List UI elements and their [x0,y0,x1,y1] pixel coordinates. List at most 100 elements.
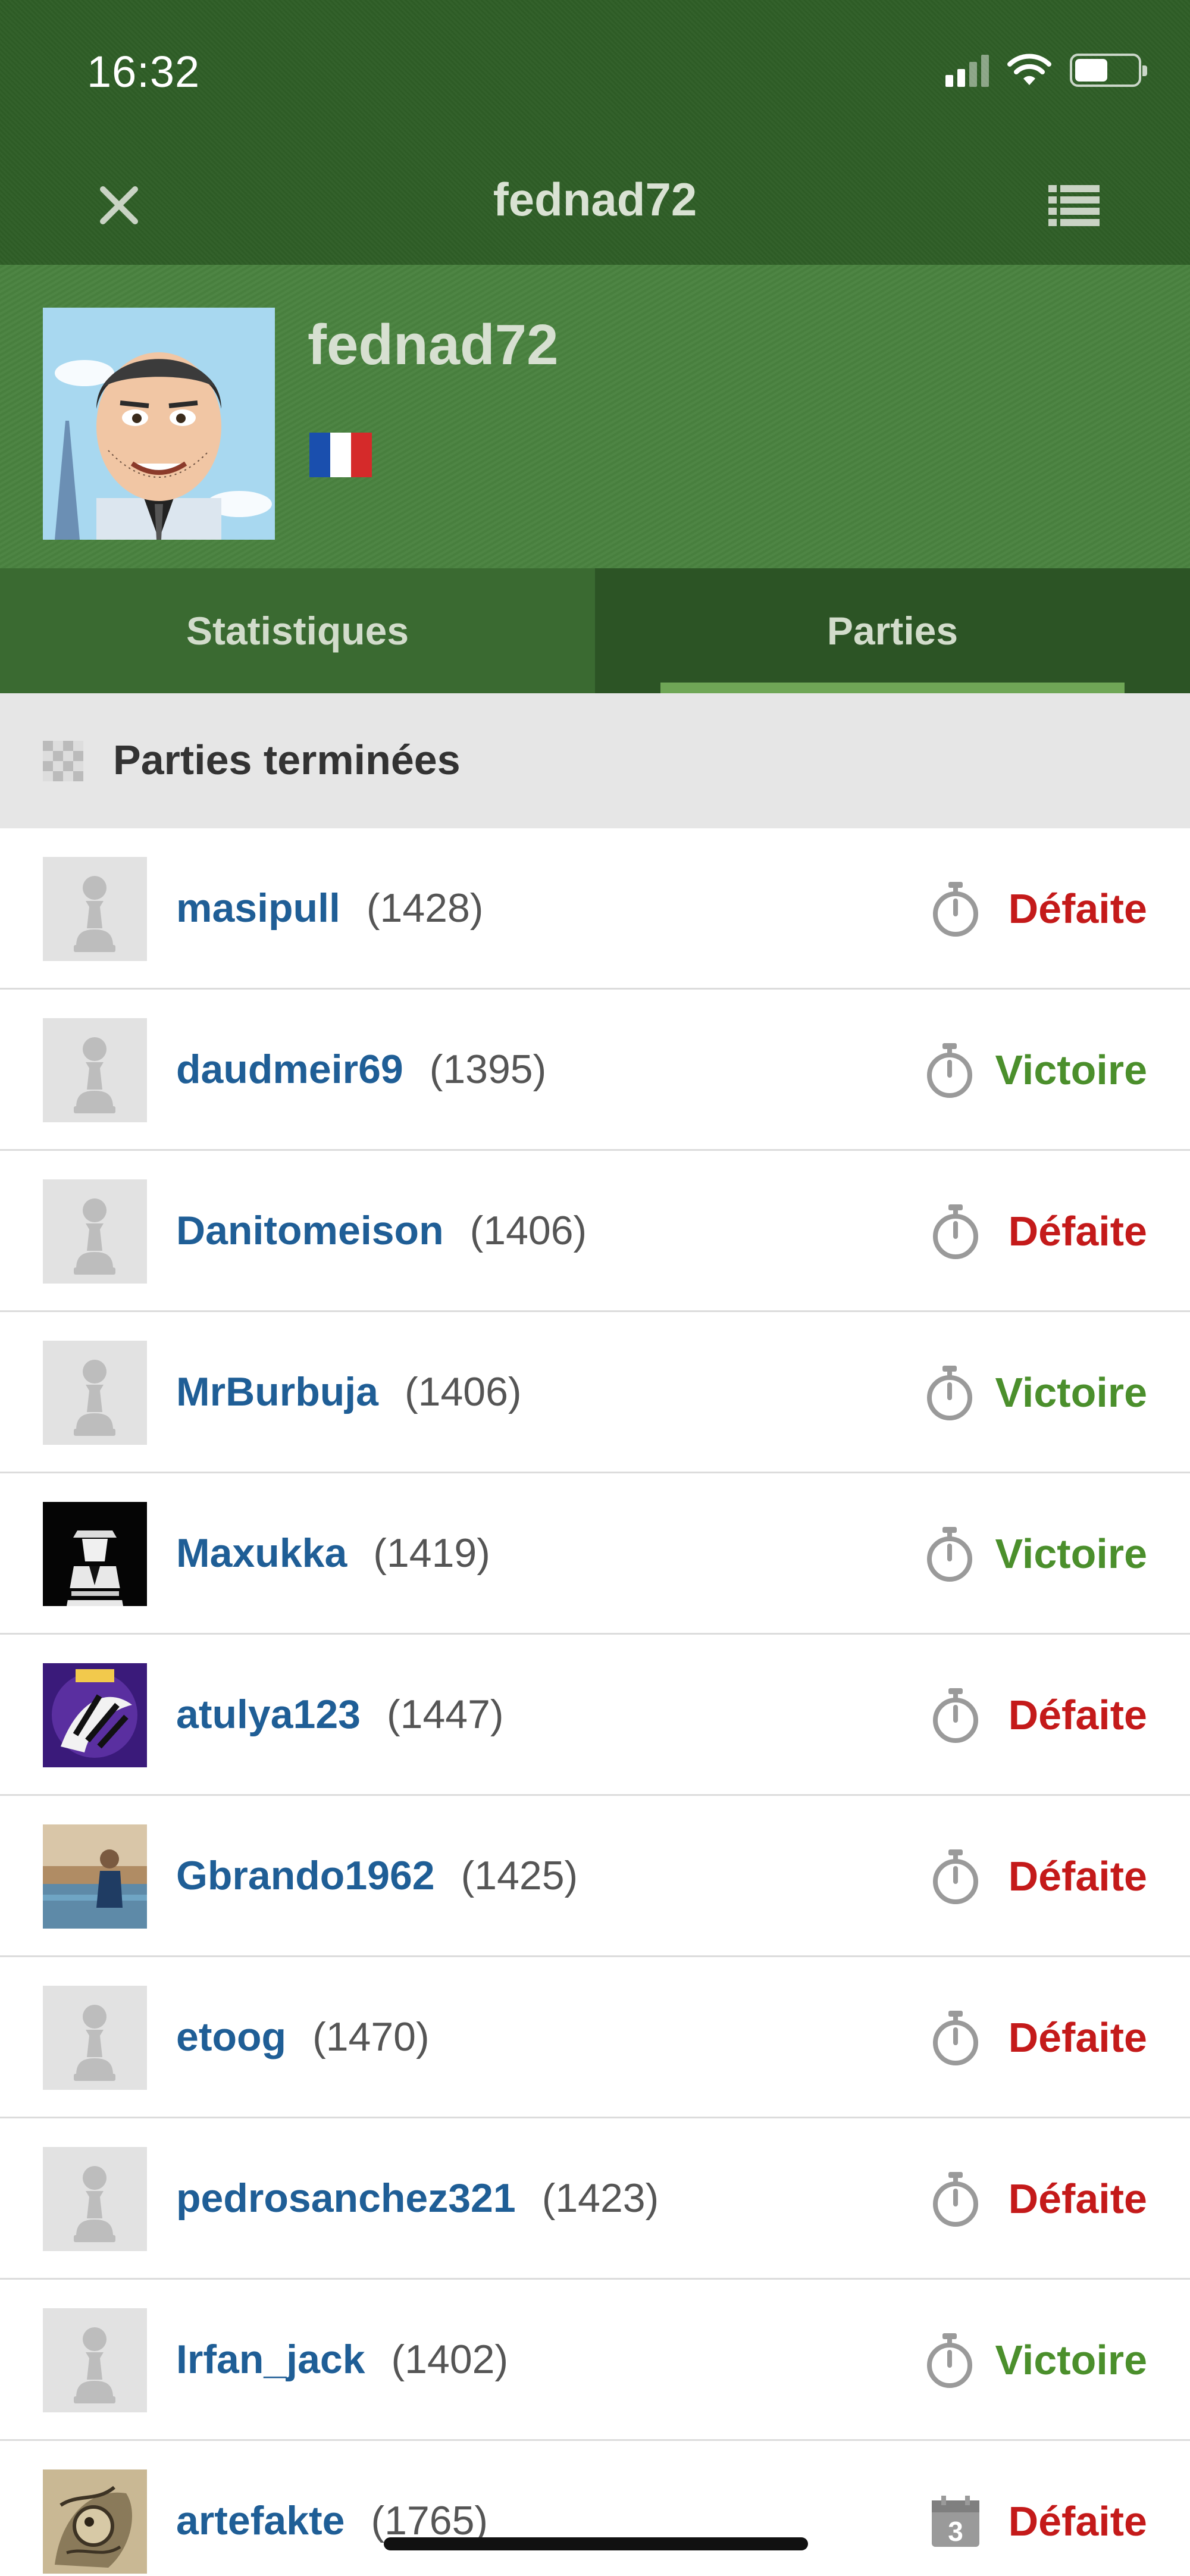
tab-active-indicator [660,683,1125,693]
stopwatch-icon [933,882,978,937]
opponent-rating: (1402) [391,2337,509,2382]
game-row[interactable]: Danitomeison (1406) Défaite [0,1151,1190,1312]
game-row[interactable]: Irfan_jack (1402) Victoire [0,2280,1190,2441]
game-mode-icon [927,881,984,938]
game-result: Défaite [1008,2014,1147,2061]
game-result: Victoire [995,2337,1148,2383]
stopwatch-icon [933,2172,978,2227]
opponent-avatar [43,2469,147,2574]
opponent-username: Gbrando1962 [176,1853,435,1898]
calendar-icon: 3 [932,2496,979,2547]
opponent-username: pedrosanchez321 [176,2176,516,2221]
game-row[interactable]: pedrosanchez321 (1423) Défaite [0,2118,1190,2280]
game-result: Victoire [995,1369,1148,1416]
game-row[interactable]: MrBurbuja (1406) Victoire [0,1312,1190,1473]
opponent-username: Irfan_jack [176,2337,365,2382]
status-time: 16:32 [87,47,201,96]
game-mode-icon: 3 [927,2493,984,2550]
opponent-avatar [43,2147,147,2251]
game-row[interactable]: etoog (1470) Défaite [0,1957,1190,2118]
opponent-name[interactable]: atulya123 (1447) [176,1691,504,1738]
opponent-rating: (1395) [429,1047,547,1092]
game-row[interactable]: atulya123 (1447) Défaite [0,1635,1190,1796]
opponent-name[interactable]: daudmeir69 (1395) [176,1046,546,1093]
opponent-rating: (1470) [312,2014,430,2059]
tab-statistiques[interactable]: Statistiques [0,568,595,693]
game-row[interactable]: Gbrando1962 (1425) Défaite [0,1796,1190,1957]
profile-card: fednad72 [0,265,1190,568]
opponent-rating: (1419) [373,1530,490,1576]
section-title: Parties terminées [113,737,461,783]
battery-icon [1070,54,1147,87]
france-flag-icon [309,433,372,477]
opponent-username: Maxukka [176,1530,347,1576]
game-mode-icon [927,1203,984,1260]
game-list: masipull (1428) Défaite daudmeir69 (1395) Vic… [0,828,1190,2576]
game-mode-icon [921,1042,978,1099]
stopwatch-icon [927,2333,972,2388]
game-mode-icon [927,2171,984,2228]
list-menu-button[interactable] [1044,176,1104,235]
game-result: Défaite [1008,1853,1147,1899]
opponent-name[interactable]: Gbrando1962 (1425) [176,1852,578,1899]
opponent-rating: (1765) [371,2498,488,2543]
opponent-avatar [43,1179,147,1284]
opponent-username: MrBurbuja [176,1369,378,1414]
nav-title: fednad72 [493,173,697,226]
game-result: Défaite [1008,1208,1147,1254]
signal-icon [945,54,989,87]
opponent-rating: (1423) [541,2176,659,2221]
opponent-avatar [43,857,147,961]
profile-avatar [43,308,275,540]
opponent-rating: (1425) [461,1853,578,1898]
opponent-avatar [43,1986,147,2090]
section-header: Parties terminées [0,693,1190,828]
tab-label: Parties [826,609,959,653]
stopwatch-icon [933,1849,978,1904]
opponent-name[interactable]: Maxukka (1419) [176,1530,490,1576]
opponent-rating: (1406) [405,1369,522,1414]
game-row[interactable]: artefakte (1765) Défaite 3 [0,2441,1190,2576]
opponent-rating: (1447) [386,1692,504,1737]
opponent-name[interactable]: pedrosanchez321 (1423) [176,2175,659,2221]
opponent-name[interactable]: Danitomeison (1406) [176,1207,587,1254]
opponent-avatar [43,1824,147,1929]
opponent-name[interactable]: Irfan_jack (1402) [176,2336,508,2383]
game-mode-icon [921,1364,978,1422]
opponent-avatar [43,1663,147,1767]
opponent-username: Danitomeison [176,1208,444,1253]
opponent-rating: (1406) [469,1208,587,1253]
opponent-rating: (1428) [366,885,484,931]
opponent-name[interactable]: etoog (1470) [176,2014,430,2060]
chessboard-icon [43,741,83,781]
profile-tabs: Statistiques Parties [0,568,1190,693]
opponent-name[interactable]: MrBurbuja (1406) [176,1369,522,1415]
game-row[interactable]: daudmeir69 (1395) Victoire [0,990,1190,1151]
game-result: Défaite [1008,2498,1147,2544]
opponent-username: daudmeir69 [176,1047,403,1092]
wifi-icon [1007,54,1051,85]
game-result: Victoire [995,1530,1148,1577]
profile-username: fednad72 [308,313,559,377]
game-mode-icon [927,2010,984,2067]
stopwatch-icon [933,2011,978,2065]
game-result: Victoire [995,1047,1148,1093]
tab-parties[interactable]: Parties [595,568,1190,693]
opponent-avatar [43,1018,147,1122]
opponent-name[interactable]: masipull (1428) [176,885,483,931]
opponent-avatar [43,2308,147,2412]
opponent-username: masipull [176,885,340,931]
list-icon [1048,185,1100,226]
game-mode-icon [921,2332,978,2389]
game-result: Défaite [1008,1692,1147,1738]
stopwatch-icon [933,1688,978,1743]
stopwatch-icon [927,1043,972,1098]
opponent-avatar [43,1502,147,1606]
opponent-username: atulya123 [176,1692,361,1737]
app-header: 16:32 fednad72 [0,0,1190,265]
status-icons [945,52,1147,88]
stopwatch-icon [927,1527,972,1582]
game-row[interactable]: Maxukka (1419) Victoire [0,1473,1190,1635]
game-row[interactable]: masipull (1428) Défaite [0,828,1190,990]
game-mode-icon [921,1526,978,1583]
